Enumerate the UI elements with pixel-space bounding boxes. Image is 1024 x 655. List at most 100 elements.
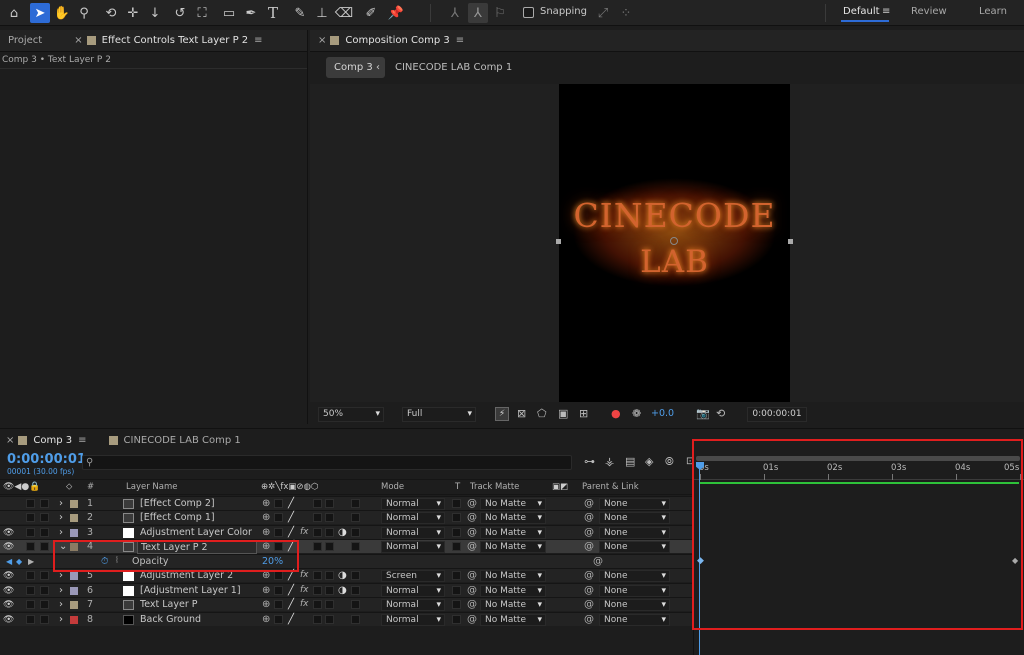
solo-toggle[interactable] [40, 600, 49, 609]
type-tool-icon[interactable]: T [263, 3, 283, 23]
frame-blend-switch[interactable] [313, 542, 322, 551]
layer-name[interactable]: [Adjustment Layer 1] [140, 584, 241, 598]
brush-tool-icon[interactable]: ✎ [290, 3, 310, 23]
grid-guides-icon[interactable]: ⊞ [579, 407, 588, 420]
adjustment-layer-switch-icon[interactable]: ◑ [338, 584, 347, 598]
preserve-transparency-toggle[interactable] [452, 571, 461, 580]
motion-blur-switch[interactable] [325, 499, 334, 508]
blend-mode-dropdown[interactable]: Normal [381, 527, 445, 539]
label-color-swatch[interactable] [70, 514, 78, 522]
preserve-transparency-toggle[interactable] [452, 528, 461, 537]
layer-row[interactable]: 👁 › 6 [Adjustment Layer 1] ⊕ ╱ fx ◑ Norm… [0, 583, 693, 597]
solo-toggle[interactable] [40, 528, 49, 537]
anchor-point-icon[interactable] [670, 237, 678, 245]
tab-timeline-comp3[interactable]: Comp 3 [33, 435, 76, 446]
solo-toggle[interactable] [40, 586, 49, 595]
audio-toggle[interactable] [26, 528, 35, 537]
chevron-right-icon[interactable]: › [59, 598, 63, 612]
snapshot-camera-icon[interactable]: 📷 [696, 407, 710, 420]
track-matte-dropdown[interactable]: No Matte [480, 541, 546, 553]
motion-blur-switch[interactable] [325, 571, 334, 580]
audio-toggle[interactable] [26, 571, 35, 580]
current-time-display[interactable]: 0:00:00:01 [7, 452, 86, 467]
track-matte-dropdown[interactable]: No Matte [480, 614, 546, 626]
parent-dropdown[interactable]: None [599, 498, 670, 510]
parent-pickwhip-icon[interactable]: @ [584, 526, 594, 540]
layer-row[interactable]: 👁 › 7 Text Layer P ⊕ ╱ fx Normal @ No Ma… [0, 597, 693, 611]
resolution-dropdown[interactable]: Full [402, 407, 476, 422]
local-axis-icon[interactable]: ⅄ [445, 3, 465, 23]
pan-camera-icon[interactable]: ✛ [123, 3, 143, 23]
visibility-eye-icon[interactable]: 👁 [3, 571, 14, 581]
layer-name[interactable]: [Effect Comp 1] [140, 511, 215, 525]
solo-toggle[interactable] [40, 513, 49, 522]
close-icon[interactable]: × [50, 35, 86, 46]
track-matte-dropdown[interactable]: No Matte [480, 585, 546, 597]
pen-tool-icon[interactable]: ✒ [241, 3, 261, 23]
effect-switch-icon[interactable]: fx [300, 584, 309, 598]
chevron-right-icon[interactable]: › [59, 511, 63, 525]
layer-name[interactable]: Text Layer P [140, 598, 197, 612]
solo-toggle[interactable] [40, 571, 49, 580]
parent-pickwhip-icon[interactable]: @ [584, 569, 594, 583]
layer-search-input[interactable]: ⚲ [82, 455, 572, 470]
pickwhip-icon[interactable]: @ [467, 526, 477, 540]
effect-switch-icon[interactable]: fx [300, 598, 309, 612]
hand-tool-icon[interactable]: ✋ [52, 3, 72, 23]
panel-lock-icon[interactable] [86, 36, 96, 45]
preserve-transparency-toggle[interactable] [452, 499, 461, 508]
3d-layer-switch[interactable] [351, 571, 360, 580]
audio-toggle[interactable] [26, 542, 35, 551]
view-axis-icon[interactable]: ⚐ [490, 3, 510, 23]
3d-layer-switch[interactable] [351, 542, 360, 551]
track-matte-dropdown[interactable]: No Matte [480, 498, 546, 510]
panel-menu-icon[interactable]: ≡ [454, 35, 466, 46]
parent-dropdown[interactable]: None [599, 614, 670, 626]
visibility-eye-icon[interactable]: 👁 [3, 528, 14, 538]
3d-layer-switch[interactable] [351, 600, 360, 609]
solo-toggle[interactable] [40, 542, 49, 551]
preserve-transparency-toggle[interactable] [452, 586, 461, 595]
parent-dropdown[interactable]: None [599, 570, 670, 582]
expression-pickwhip-icon[interactable]: @ [593, 555, 603, 569]
collapse-switch[interactable] [274, 586, 283, 595]
pickwhip-icon[interactable]: @ [467, 540, 477, 554]
quality-switch-icon[interactable]: ╱ [288, 584, 294, 598]
tab-composition[interactable]: Composition Comp 3 [345, 35, 453, 46]
exposure-value[interactable]: +0.0 [651, 408, 674, 419]
motion-blur-switch[interactable] [325, 513, 334, 522]
blend-mode-dropdown[interactable]: Normal [381, 585, 445, 597]
frame-blending-icon[interactable]: ◈ [645, 455, 653, 468]
3d-layer-switch[interactable] [351, 528, 360, 537]
preserve-transparency-toggle[interactable] [452, 513, 461, 522]
parent-dropdown[interactable]: None [599, 599, 670, 611]
collapse-switch[interactable] [274, 571, 283, 580]
audio-toggle[interactable] [26, 615, 35, 624]
frame-blend-switch[interactable] [313, 615, 322, 624]
preserve-transparency-toggle[interactable] [452, 542, 461, 551]
blend-mode-dropdown[interactable]: Normal [381, 512, 445, 524]
quality-switch-icon[interactable]: ╱ [288, 497, 294, 511]
track-matte-dropdown[interactable]: No Matte [480, 512, 546, 524]
label-color-swatch[interactable] [70, 500, 78, 508]
blend-mode-dropdown[interactable]: Screen [381, 570, 445, 582]
track-matte-dropdown[interactable]: No Matte [480, 570, 546, 582]
pan-behind-tool-icon[interactable]: ⛶ [192, 3, 212, 23]
visibility-eye-icon[interactable]: 👁 [3, 586, 14, 596]
parent-pickwhip-icon[interactable]: @ [584, 598, 594, 612]
shy-switch-icon[interactable]: ⊕ [262, 526, 270, 540]
roto-brush-tool-icon[interactable]: ✐ [361, 3, 381, 23]
solo-toggle[interactable] [40, 499, 49, 508]
region-of-interest-icon[interactable]: ▣ [558, 407, 568, 420]
collapse-switch[interactable] [274, 528, 283, 537]
blend-mode-dropdown[interactable]: Normal [381, 614, 445, 626]
rotation-tool-icon[interactable]: ↺ [170, 3, 190, 23]
chevron-right-icon[interactable]: › [59, 497, 63, 511]
label-color-swatch[interactable] [70, 572, 78, 580]
selection-tool-icon[interactable]: ➤ [30, 3, 50, 23]
motion-blur-switch[interactable] [325, 600, 334, 609]
frame-blend-switch[interactable] [313, 499, 322, 508]
adjustment-layer-switch-icon[interactable]: ◑ [338, 526, 347, 540]
zoom-tool-icon[interactable]: ⚲ [74, 3, 94, 23]
blend-mode-dropdown[interactable]: Normal [381, 541, 445, 553]
